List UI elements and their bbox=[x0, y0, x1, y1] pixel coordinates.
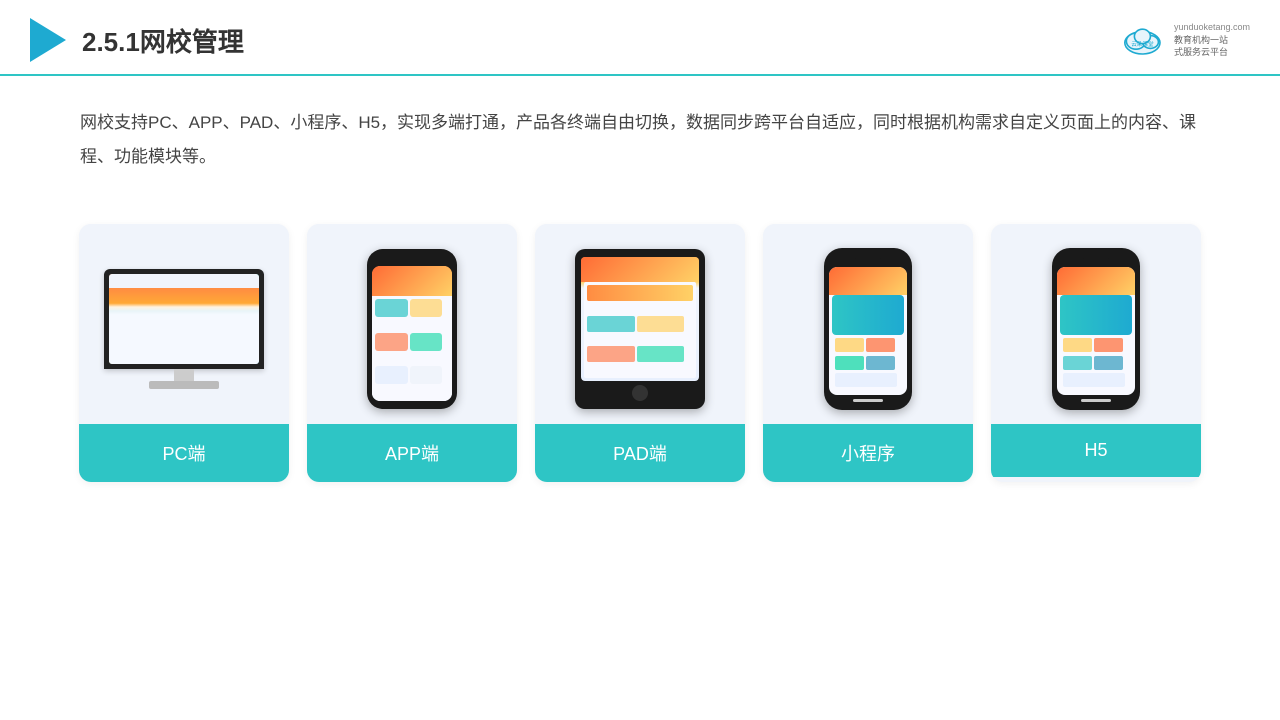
tablet-home bbox=[632, 385, 648, 401]
tile bbox=[637, 346, 685, 362]
cards-container: PC端 APP端 bbox=[0, 204, 1280, 502]
mini-phone-content-mp bbox=[832, 335, 904, 392]
logo-text: yunduoketang.com 教育机构一站 式服务云平台 bbox=[1174, 21, 1250, 59]
tablet-screen bbox=[581, 257, 699, 381]
card-miniprogram: 小程序 bbox=[763, 224, 973, 482]
phone-mockup-app bbox=[367, 249, 457, 409]
tile bbox=[410, 333, 443, 351]
tablet-content bbox=[584, 282, 696, 378]
logo-tagline1: 教育机构一站 bbox=[1174, 34, 1228, 47]
card-h5: H5 bbox=[991, 224, 1201, 482]
header-left: 2.5.1网校管理 bbox=[30, 18, 244, 62]
header: 2.5.1网校管理 云朵课堂 yunduoketang.com 教育机构一站 式… bbox=[0, 0, 1280, 76]
card-app: APP端 bbox=[307, 224, 517, 482]
tile bbox=[375, 366, 408, 384]
pc-base bbox=[149, 381, 219, 389]
tile bbox=[587, 285, 693, 301]
mini-phone-notch-h5 bbox=[1082, 258, 1110, 263]
card-pc-label: PC端 bbox=[79, 424, 289, 482]
tile bbox=[375, 299, 408, 317]
tile bbox=[1094, 338, 1123, 352]
pc-neck bbox=[174, 369, 194, 381]
pc-mockup bbox=[104, 269, 264, 389]
mini-phone-notch-mp bbox=[854, 258, 882, 263]
logo-tagline2: 式服务云平台 bbox=[1174, 46, 1228, 59]
tile bbox=[587, 346, 635, 362]
card-pad: PAD端 bbox=[535, 224, 745, 482]
card-pc-image bbox=[79, 224, 289, 424]
card-miniprogram-image bbox=[763, 224, 973, 424]
tile bbox=[1063, 356, 1092, 370]
cloud-icon: 云朵课堂 bbox=[1120, 22, 1168, 58]
card-app-label: APP端 bbox=[307, 424, 517, 482]
tile bbox=[375, 333, 408, 351]
tile bbox=[1063, 373, 1125, 387]
phone-screen-content-app bbox=[372, 296, 452, 401]
tile bbox=[835, 373, 897, 387]
card-miniprogram-label: 小程序 bbox=[763, 424, 973, 482]
mini-phone-content-h5 bbox=[1060, 335, 1132, 392]
logo: 云朵课堂 yunduoketang.com 教育机构一站 式服务云平台 bbox=[1120, 21, 1250, 59]
card-app-image bbox=[307, 224, 517, 424]
description-text: 网校支持PC、APP、PAD、小程序、H5，实现多端打通，产品各终端自由切换，数… bbox=[80, 113, 1196, 166]
page-title: 2.5.1网校管理 bbox=[82, 22, 244, 59]
tile bbox=[1063, 338, 1092, 352]
tile bbox=[866, 356, 895, 370]
description: 网校支持PC、APP、PAD、小程序、H5，实现多端打通，产品各终端自由切换，数… bbox=[0, 76, 1280, 194]
mini-phone-screen-h5 bbox=[1057, 267, 1135, 395]
tile bbox=[835, 338, 864, 352]
card-h5-label: H5 bbox=[991, 424, 1201, 477]
tile bbox=[637, 316, 685, 332]
tile bbox=[835, 356, 864, 370]
phone-screen-app bbox=[372, 266, 452, 401]
divider-bar-h5 bbox=[1081, 399, 1111, 402]
mini-phone-mockup-h5 bbox=[1052, 248, 1140, 410]
tile bbox=[866, 338, 895, 352]
mini-phone-screen-mp bbox=[829, 267, 907, 395]
tile bbox=[410, 366, 443, 384]
phone-notch-app bbox=[397, 257, 427, 263]
pc-screen-outer bbox=[104, 269, 264, 369]
card-pad-image bbox=[535, 224, 745, 424]
logo-domain: yunduoketang.com bbox=[1174, 21, 1250, 34]
tile bbox=[587, 316, 635, 332]
tile bbox=[410, 299, 443, 317]
tablet-mockup bbox=[575, 249, 705, 409]
divider-bar-mp bbox=[853, 399, 883, 402]
card-pc: PC端 bbox=[79, 224, 289, 482]
tile bbox=[1094, 356, 1123, 370]
play-icon bbox=[30, 18, 66, 62]
card-h5-image bbox=[991, 224, 1201, 424]
pc-screen-inner bbox=[109, 274, 259, 364]
mini-phone-mockup-mp bbox=[824, 248, 912, 410]
card-pad-label: PAD端 bbox=[535, 424, 745, 482]
